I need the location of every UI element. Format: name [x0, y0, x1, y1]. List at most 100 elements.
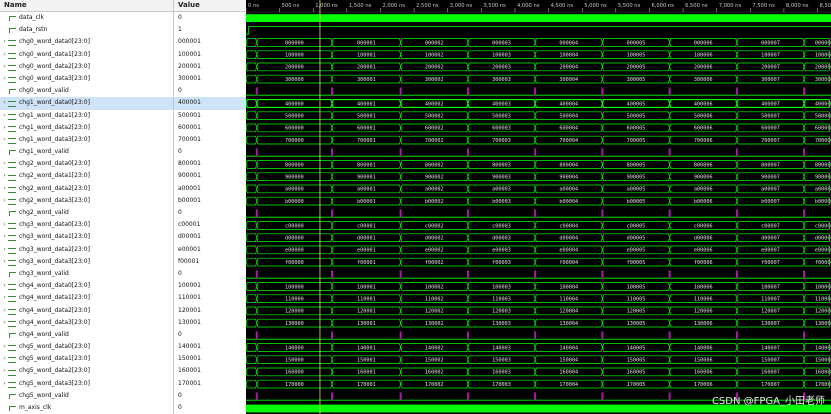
signal-name: chg1_word_data1[23:0] [19, 111, 90, 119]
expand-chevron-icon[interactable]: › [1, 305, 8, 317]
bus-segment [246, 306, 258, 316]
signal-row[interactable]: › chg4_word_data0[23:0] [0, 280, 173, 292]
signal-row[interactable]: › chg5_word_data0[23:0] [0, 341, 173, 353]
bus-value-label: 000000 [285, 40, 304, 46]
bus-signal-icon [8, 186, 17, 193]
signal-row[interactable]: › chg5_word_data3[23:0] [0, 378, 173, 390]
bus-value-label: 400006 [694, 101, 713, 107]
valid-pulse [331, 392, 334, 401]
expand-chevron-icon[interactable]: › [1, 292, 8, 304]
expand-chevron-icon[interactable]: › [1, 365, 8, 377]
expand-chevron-icon[interactable]: › [1, 317, 8, 329]
signal-row[interactable]: › chg5_word_data1[23:0] [0, 353, 173, 365]
signal-row[interactable]: › chg1_word_data3[23:0] [0, 134, 173, 146]
bus-value-label: 160007 [761, 370, 780, 376]
expand-chevron-icon[interactable]: › [1, 158, 8, 170]
signal-row[interactable]: m_axis_clk [0, 402, 173, 414]
signal-row[interactable]: chg0_word_valid [0, 85, 173, 97]
signal-row[interactable]: › chg3_word_data3[23:0] [0, 256, 173, 268]
signal-row[interactable]: chg4_word_valid [0, 329, 173, 341]
bus-value-label: 150001 [357, 358, 376, 364]
bus-value-label: 500008 [815, 114, 831, 120]
bus-value-label: 500001 [357, 114, 376, 120]
signal-row[interactable]: › chg4_word_data3[23:0] [0, 317, 173, 329]
waveform-viewer: Name data_clk data_rstn › chg0_word_data0[2… [0, 0, 831, 414]
expand-chevron-icon[interactable]: › [1, 280, 8, 292]
expand-chevron-icon[interactable]: › [1, 378, 8, 390]
expand-chevron-icon[interactable]: › [1, 122, 8, 134]
signal-row[interactable]: › chg4_word_data1[23:0] [0, 292, 173, 304]
bus-value-label: 000002 [425, 40, 444, 46]
bus-value-label: 130000 [285, 321, 304, 327]
name-column-header[interactable]: Name [0, 0, 173, 12]
bus-value-label: b00005 [627, 199, 646, 205]
bus-value-label: e00007 [761, 248, 780, 254]
signal-row[interactable]: › chg0_word_data1[23:0] [0, 49, 173, 61]
expand-chevron-icon[interactable]: › [1, 61, 8, 73]
bus-value-label: 800008 [815, 162, 831, 168]
expand-chevron-icon[interactable]: › [1, 73, 8, 85]
reset-wave [246, 25, 831, 35]
signal-name: chg0_word_data3[23:0] [19, 74, 90, 82]
expand-chevron-icon[interactable]: › [1, 341, 8, 353]
wire-signal-icon [8, 27, 17, 34]
expand-chevron-icon[interactable]: › [1, 195, 8, 207]
signal-row[interactable]: › chg1_word_data2[23:0] [0, 122, 173, 134]
expand-chevron-icon[interactable]: › [1, 231, 8, 243]
expand-chevron-icon[interactable]: › [1, 219, 8, 231]
signal-row[interactable]: › chg0_word_data3[23:0] [0, 73, 173, 85]
bus-value-label: 400007 [761, 101, 780, 107]
bus-value-label: 140000 [285, 345, 304, 351]
bus-segment [246, 99, 258, 108]
bus-value-label: b00008 [815, 199, 831, 205]
signal-row[interactable]: › chg5_word_data2[23:0] [0, 365, 173, 377]
signal-row[interactable]: › chg2_word_data3[23:0] [0, 195, 173, 207]
signal-row[interactable]: › chg4_word_data2[23:0] [0, 305, 173, 317]
signal-row[interactable]: › chg1_word_data0[23:0] [0, 97, 173, 110]
expand-chevron-icon[interactable]: › [1, 256, 8, 268]
signal-row[interactable]: › chg3_word_data1[23:0] [0, 231, 173, 243]
expand-chevron-icon[interactable]: › [1, 134, 8, 146]
bus-value-label: c00006 [694, 223, 713, 229]
signal-row[interactable]: › chg0_word_data2[23:0] [0, 61, 173, 73]
waveform-area[interactable]: 0 ns 500 ns 1,000 ns 1,500 ns 2,000 ns 2,500 … [246, 0, 831, 414]
signal-row[interactable]: chg2_word_valid [0, 207, 173, 219]
bus-signal-icon [8, 259, 17, 266]
expand-chevron-icon[interactable]: › [1, 49, 8, 61]
signal-row[interactable]: chg5_word_valid [0, 390, 173, 402]
bus-signal-icon [8, 381, 17, 388]
bus-segment [246, 135, 258, 145]
signal-row[interactable]: › chg1_word_data1[23:0] [0, 110, 173, 122]
expand-chevron-icon[interactable]: › [1, 97, 8, 109]
signal-row[interactable]: data_rstn [0, 24, 173, 36]
signal-row[interactable]: › chg2_word_data1[23:0] [0, 170, 173, 182]
expand-chevron-icon[interactable]: › [1, 110, 8, 122]
bus-value-label: 150002 [425, 358, 444, 364]
bus-value-label: 140006 [694, 345, 713, 351]
signal-row[interactable]: chg3_word_valid [0, 268, 173, 280]
expand-chevron-icon[interactable]: › [1, 244, 8, 256]
bus-value-label: 100002 [425, 284, 444, 290]
expand-chevron-icon[interactable]: › [1, 170, 8, 182]
bus-segment [246, 123, 258, 133]
bus-value-label: a00005 [627, 187, 646, 193]
bus-value-label: 800006 [694, 162, 713, 168]
bus-value-label: 160006 [694, 370, 713, 376]
expand-chevron-icon[interactable]: › [1, 353, 8, 365]
signal-row[interactable]: data_clk [0, 12, 173, 24]
waveform-canvas[interactable]: 0 ns 500 ns 1,000 ns 1,500 ns 2,000 ns 2,500 … [246, 0, 831, 414]
value-column-header[interactable]: Value [174, 0, 246, 12]
bus-segment [246, 74, 258, 84]
signal-row[interactable]: › chg3_word_data0[23:0] [0, 219, 173, 231]
expand-chevron-icon[interactable]: › [1, 183, 8, 195]
bus-value-label: a00001 [357, 187, 376, 193]
signal-row[interactable]: › chg0_word_data0[23:0] [0, 36, 173, 48]
signal-row[interactable]: › chg2_word_data2[23:0] [0, 183, 173, 195]
valid-pulse [255, 270, 258, 279]
signal-row[interactable]: › chg2_word_data0[23:0] [0, 158, 173, 170]
bus-value-label: 100006 [694, 53, 713, 59]
signal-row[interactable]: › chg3_word_data2[23:0] [0, 244, 173, 256]
bus-value-label: 150003 [492, 358, 511, 364]
signal-row[interactable]: chg1_word_valid [0, 146, 173, 158]
expand-chevron-icon[interactable]: › [1, 36, 8, 48]
